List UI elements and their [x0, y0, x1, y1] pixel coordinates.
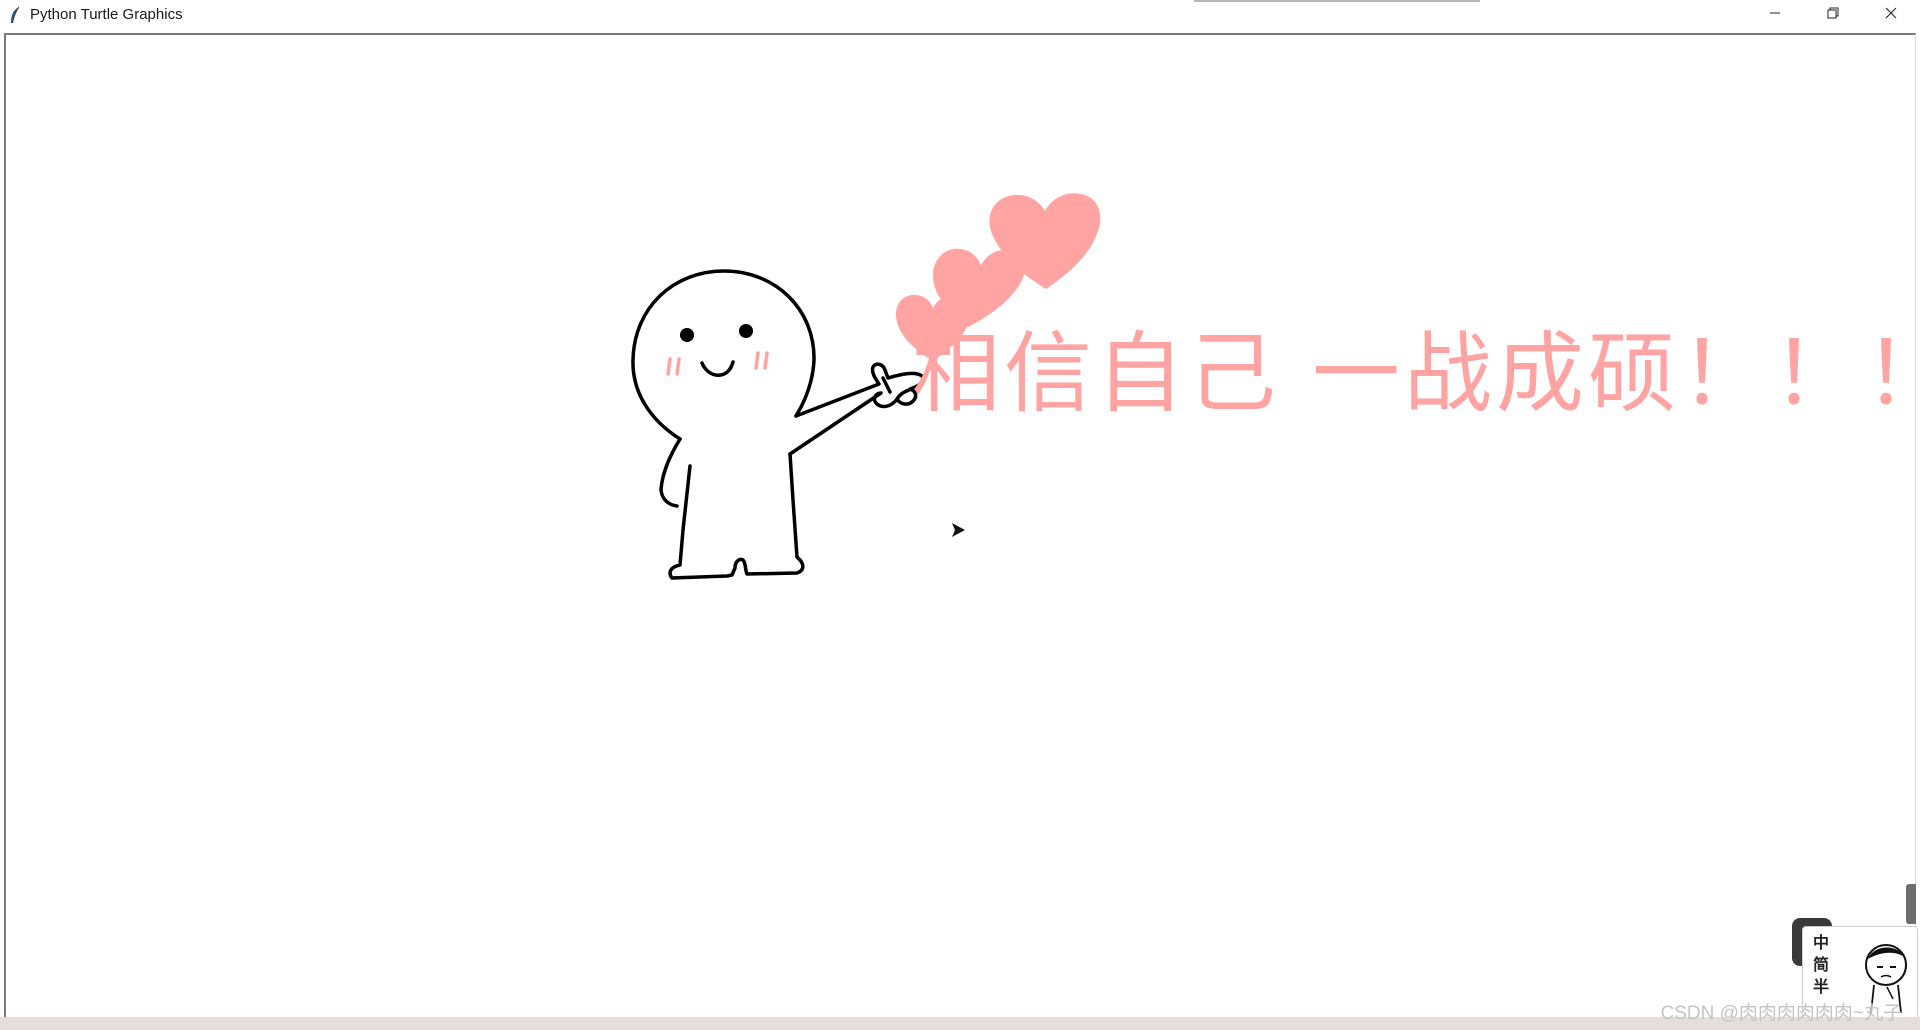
- figure-right-eye: [739, 324, 753, 338]
- csdn-watermark: CSDN @肉肉肉肉肉肉~丸子: [1660, 1003, 1903, 1024]
- drawing-layer: [631, 193, 1101, 580]
- window-bottom-edge: [0, 1017, 1920, 1030]
- ime-mode-jian[interactable]: 简: [1813, 955, 1829, 975]
- cartoon-figure: [631, 269, 925, 580]
- ime-mode-ban[interactable]: 半: [1813, 977, 1829, 997]
- ime-mode-zhong[interactable]: 中: [1813, 933, 1829, 953]
- figure-left-arm: [659, 437, 682, 508]
- figure-smile: [700, 360, 735, 377]
- figure-thumb: [881, 376, 911, 401]
- figure-left-body: [668, 452, 805, 580]
- turtle-window: Python Turtle Graphics 相信自己 一战成硕！！！ 中 简 …: [0, 0, 1920, 1030]
- slogan-text: 相信自己 一战成硕！！！: [912, 322, 1920, 425]
- figure-blush: [666, 351, 769, 376]
- turtle-cursor-icon: [952, 523, 965, 537]
- figure-left-eye: [680, 328, 694, 342]
- ime-mode-list: 中 简 半: [1813, 933, 1829, 997]
- figure-head: [631, 269, 816, 441]
